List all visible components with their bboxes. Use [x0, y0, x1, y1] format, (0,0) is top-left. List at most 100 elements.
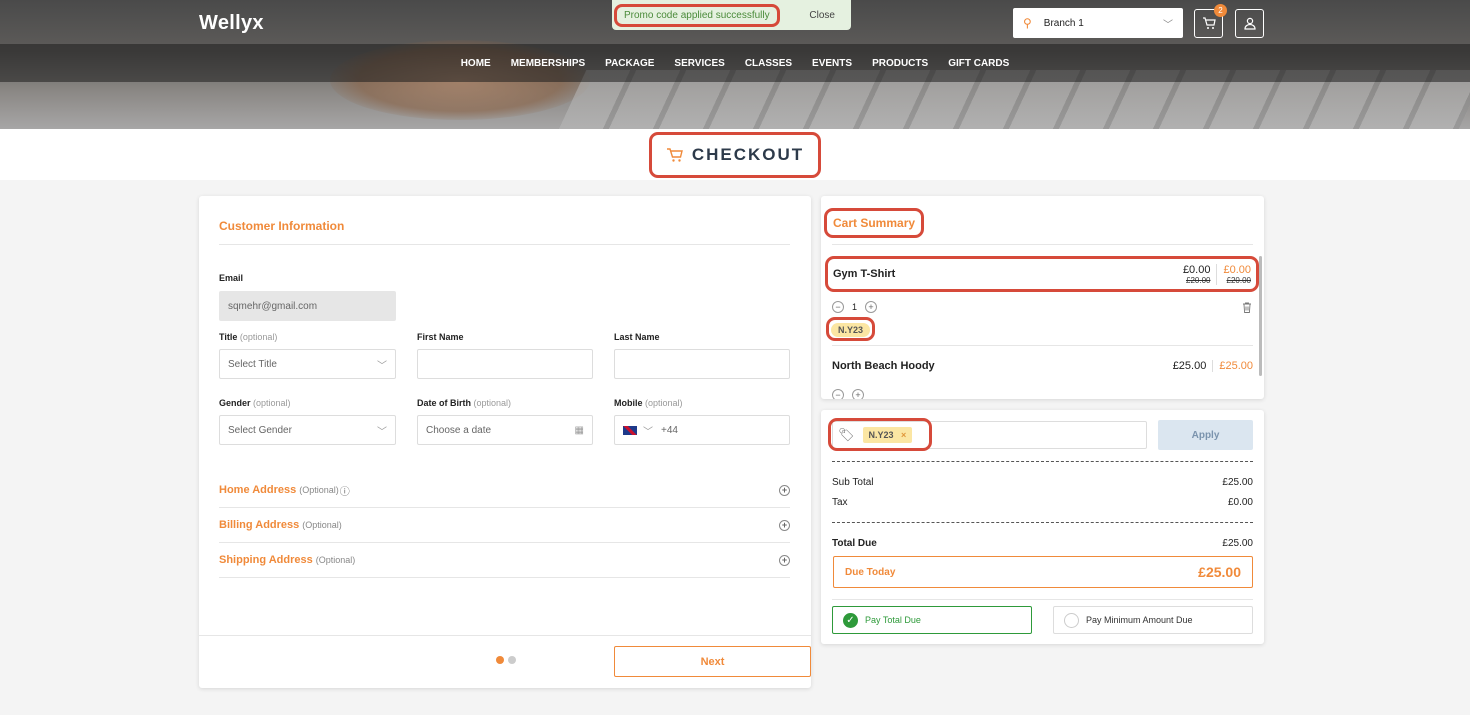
info-icon: ⓘ — [339, 486, 350, 498]
billing-address-accordion[interactable]: Billing Address (Optional) + — [219, 508, 790, 543]
plus-button[interactable]: + — [865, 301, 878, 313]
nav-gift-cards[interactable]: GIFT CARDS — [938, 58, 1019, 69]
gender-select-value: Select Gender — [228, 424, 292, 436]
scrollbar[interactable] — [1259, 256, 1262, 376]
nav-memberships[interactable]: MEMBERSHIPS — [501, 58, 595, 69]
divider — [832, 345, 1253, 346]
dob-label: Date of Birth (optional) — [417, 398, 512, 408]
cart-icon — [1202, 17, 1216, 29]
cart-item-price-total: £0.00 — [1223, 263, 1251, 276]
first-name-label: First Name — [417, 332, 464, 342]
pay-minimum-label: Pay Minimum Amount Due — [1086, 615, 1193, 625]
chevron-down-icon: ﹀ — [377, 360, 387, 372]
cart-icon — [666, 147, 683, 162]
pay-total-due-option[interactable]: ✓ Pay Total Due — [832, 606, 1032, 634]
footer-divider — [199, 635, 811, 636]
mobile-country-code: +44 — [661, 424, 678, 436]
cart-item-price: £0.00 — [1182, 263, 1211, 276]
shipping-address-accordion[interactable]: Shipping Address (Optional) + — [219, 543, 790, 578]
pay-minimum-option[interactable]: Pay Minimum Amount Due — [1053, 606, 1253, 634]
quantity-stepper: − + — [832, 389, 864, 399]
tax-label: Tax — [832, 497, 848, 508]
toast-message: Promo code applied successfully — [614, 3, 780, 27]
promo-code-chip-label: N.Y23 — [868, 429, 894, 440]
home-address-label: Home Address — [219, 484, 297, 496]
plus-icon[interactable]: + — [779, 519, 790, 531]
account-button[interactable] — [1235, 9, 1264, 38]
plus-button[interactable]: + — [852, 389, 864, 399]
apply-button[interactable]: Apply — [1158, 420, 1253, 450]
customer-info-title: Customer Information — [219, 219, 345, 233]
cart-summary-title-box: Cart Summary — [824, 208, 925, 238]
home-address-accordion[interactable]: Home Address (Optional) ⓘ + — [219, 473, 790, 508]
page-title: CHECKOUT — [691, 144, 805, 164]
cart-item-old-price: £20.00 — [1186, 275, 1211, 285]
last-name-label: Last Name — [614, 332, 660, 342]
email-label: Email — [219, 273, 244, 283]
cart-item-row: North Beach Hoody £25.00 £25.00 — [832, 360, 1253, 372]
plus-icon[interactable]: + — [779, 554, 790, 566]
last-name-field[interactable] — [614, 349, 790, 379]
due-today-value: £25.00 — [1198, 564, 1241, 580]
quantity-stepper: − 1 + — [832, 301, 878, 313]
check-circle-icon: ✓ — [843, 612, 858, 628]
due-today-label: Due Today — [845, 566, 896, 578]
gender-label: Gender (optional) — [219, 398, 291, 408]
user-icon — [1243, 17, 1256, 30]
minus-button[interactable]: − — [832, 389, 844, 399]
divider — [832, 599, 1253, 600]
toast-close-button[interactable]: Close — [809, 10, 835, 21]
dob-placeholder: Choose a date — [426, 424, 492, 436]
cart-item-old-price-total: £20.00 — [1226, 275, 1251, 285]
chevron-down-icon: ﹀ — [1163, 19, 1173, 31]
next-button[interactable]: Next — [614, 646, 811, 677]
title-label: Title (optional) — [219, 332, 278, 342]
toast-notification: Promo code applied successfully Close — [612, 0, 851, 30]
pay-total-due-label: Pay Total Due — [865, 615, 921, 625]
cart-summary-title: Cart Summary — [833, 216, 916, 230]
tax-value: £0.00 — [1227, 497, 1253, 508]
total-due-label: Total Due — [832, 538, 877, 549]
subtotal-row: Sub Total £25.00 — [832, 477, 1253, 488]
nav-classes[interactable]: CLASSES — [735, 58, 802, 69]
due-today-box: Due Today £25.00 — [833, 556, 1253, 588]
branch-select[interactable]: ⚲ Branch 1 ﹀ — [1013, 8, 1183, 38]
logo[interactable]: Wellyx — [199, 12, 264, 35]
nav-events[interactable]: EVENTS — [802, 58, 862, 69]
subtotal-label: Sub Total — [832, 477, 874, 488]
email-field: sqmehr@gmail.com — [219, 291, 396, 321]
step-dot — [508, 656, 516, 664]
nav-services[interactable]: SERVICES — [664, 58, 734, 69]
promo-code-chip: N.Y23 × — [862, 426, 913, 443]
minus-button[interactable]: − — [832, 301, 844, 313]
divider — [219, 244, 790, 245]
trash-icon[interactable] — [1242, 302, 1252, 313]
cart-item-row: Gym T-Shirt £0.00 £20.00 £0.00 £20.00 — [825, 256, 1259, 292]
total-due-value: £25.00 — [1222, 538, 1253, 549]
gender-select[interactable]: Select Gender ﹀ — [219, 415, 396, 445]
title-select-value: Select Title — [228, 358, 277, 370]
title-select[interactable]: Select Title ﹀ — [219, 349, 396, 379]
uk-flag-icon[interactable] — [623, 425, 637, 435]
cart-item-name: Gym T-Shirt — [833, 268, 896, 280]
dob-field[interactable]: Choose a date ▦ — [417, 415, 593, 445]
subtotal-value: £25.00 — [1222, 477, 1253, 488]
plus-icon[interactable]: + — [779, 484, 790, 496]
first-name-field[interactable] — [417, 349, 593, 379]
step-dot-active — [496, 656, 504, 664]
nav-products[interactable]: PRODUCTS — [862, 58, 938, 69]
shipping-address-label: Shipping Address — [219, 554, 313, 566]
chevron-down-icon: ﹀ — [377, 426, 387, 438]
calendar-icon[interactable]: ▦ — [575, 425, 584, 436]
cart-count-badge: 2 — [1214, 4, 1227, 17]
nav-home[interactable]: HOME — [451, 58, 501, 69]
chevron-down-icon[interactable]: ﹀ — [643, 423, 653, 438]
main-nav: HOME MEMBERSHIPS PACKAGE SERVICES CLASSE… — [0, 44, 1470, 82]
mobile-field[interactable]: ﹀ +44 — [614, 415, 790, 445]
nav-package[interactable]: PACKAGE — [595, 58, 664, 69]
mobile-label: Mobile (optional) — [614, 398, 683, 408]
close-icon[interactable]: × — [901, 430, 906, 440]
divider — [832, 461, 1253, 462]
cart-button[interactable]: 2 — [1194, 4, 1227, 38]
promo-tag-box: N.Y23 — [826, 317, 876, 341]
